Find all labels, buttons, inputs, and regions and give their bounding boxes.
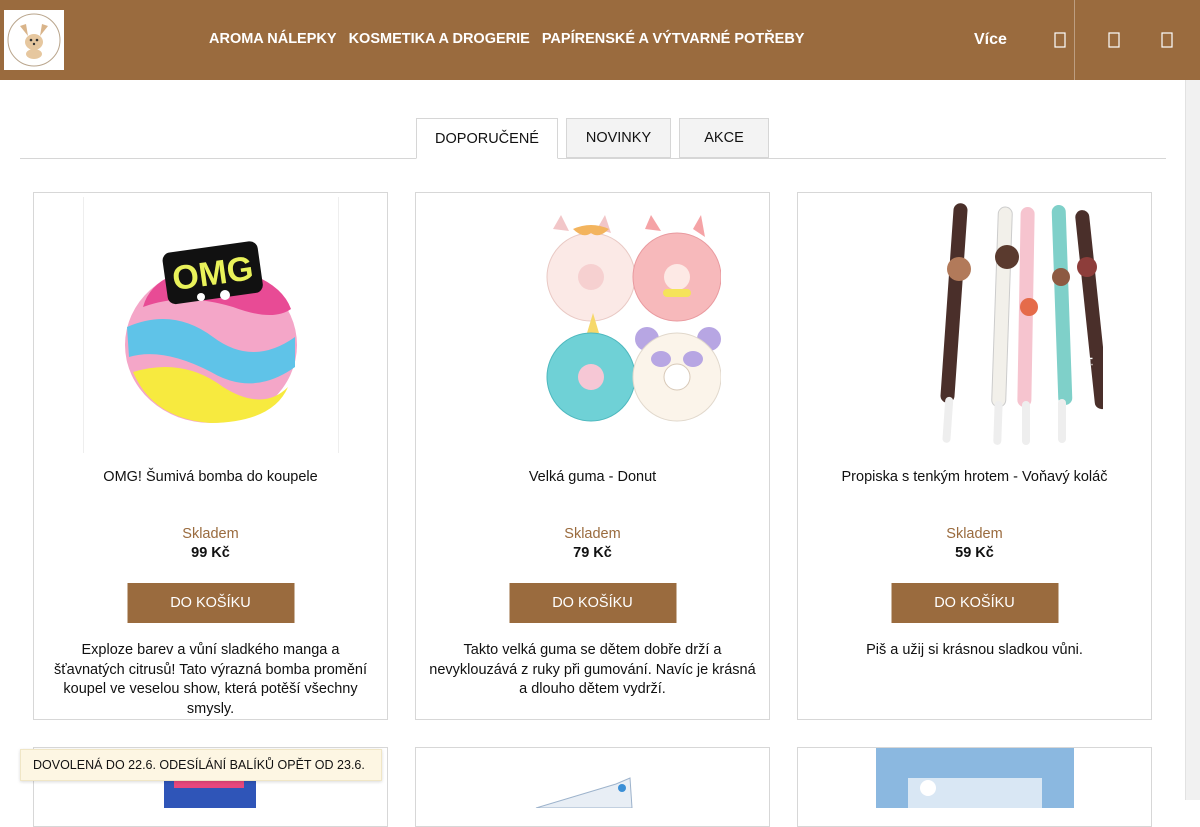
main-nav: AROMA NÁLEPKY KOSMETIKA A DROGERIE PAPÍR… xyxy=(209,31,804,47)
vacation-notice: DOVOLENÁ DO 22.6. ODESÍLÁNÍ BALÍKŮ OPĚT … xyxy=(20,749,382,781)
tab-label: AKCE xyxy=(704,130,744,146)
nav-item-aroma-nalepky[interactable]: AROMA NÁLEPKY xyxy=(209,31,337,47)
fennec-logo-icon xyxy=(7,13,61,67)
product-price: 79 Kč xyxy=(573,545,612,561)
product-card: Velká guma - Donut Skladem 79 Kč DO KOŠÍ… xyxy=(415,192,770,720)
cart-icon[interactable] xyxy=(1159,30,1175,50)
product-title[interactable]: Propiska s tenkým hrotem - Voňavý koláč xyxy=(808,469,1141,485)
add-to-cart-button[interactable]: DO KOŠÍKU xyxy=(509,583,676,623)
product-image-scented-pens[interactable]: biscuit xyxy=(846,197,1109,453)
product-card xyxy=(415,747,770,827)
product-price: 99 Kč xyxy=(191,545,230,561)
add-to-cart-button[interactable]: DO KOŠÍKU xyxy=(127,583,294,623)
site-header: AROMA NÁLEPKY KOSMETIKA A DROGERIE PAPÍR… xyxy=(0,0,1200,80)
stock-status: Skladem xyxy=(564,526,621,542)
product-image[interactable] xyxy=(416,748,770,808)
notice-text: DOVOLENÁ DO 22.6. ODESÍLÁNÍ BALÍKŮ OPĚT … xyxy=(33,758,365,772)
product-card: OMG OMG! Šumivá bomba do koupele Skladem… xyxy=(33,192,388,720)
product-image-label: biscuit xyxy=(1082,357,1093,390)
tab-doporucene[interactable]: DOPORUČENÉ xyxy=(416,118,558,159)
nav-item-kosmetika[interactable]: KOSMETIKA A DROGERIE xyxy=(349,31,530,47)
product-card xyxy=(797,747,1152,827)
more-label: Více xyxy=(974,31,1007,48)
header-divider xyxy=(1074,0,1075,80)
tab-label: DOPORUČENÉ xyxy=(435,130,539,147)
product-price: 59 Kč xyxy=(955,545,994,561)
site-logo[interactable] xyxy=(4,10,64,70)
tab-akce[interactable]: AKCE xyxy=(679,118,769,158)
nav-item-papirenske[interactable]: PAPÍRENSKÉ A VÝTVARNÉ POTŘEBY xyxy=(542,31,805,47)
search-icon[interactable] xyxy=(1052,30,1068,50)
product-image[interactable] xyxy=(798,748,1152,808)
tab-label: NOVINKY xyxy=(585,130,652,146)
add-to-cart-button[interactable]: DO KOŠÍKU xyxy=(891,583,1058,623)
product-description: Takto velká guma se dětem dobře drží a n… xyxy=(429,642,756,697)
product-image-donut-eraser[interactable] xyxy=(464,197,721,453)
product-description: Exploze barev a vůní sladkého manga a šť… xyxy=(53,642,368,717)
product-title[interactable]: Velká guma - Donut xyxy=(426,469,759,485)
product-description: Piš a užij si krásnou sladkou vůni. xyxy=(866,642,1083,658)
scrollbar[interactable] xyxy=(1185,80,1200,800)
user-icon[interactable] xyxy=(1106,30,1122,50)
tab-novinky[interactable]: NOVINKY xyxy=(566,118,671,158)
product-image-bath-bomb[interactable]: OMG xyxy=(82,197,339,453)
product-card: biscuit Propiska s tenkým hrotem - Voňav… xyxy=(797,192,1152,720)
product-title[interactable]: OMG! Šumivá bomba do koupele xyxy=(44,469,377,485)
product-tabs: DOPORUČENÉ NOVINKY AKCE xyxy=(20,118,1166,159)
stock-status: Skladem xyxy=(946,526,1003,542)
stock-status: Skladem xyxy=(182,526,239,542)
more-menu-button[interactable]: Více xyxy=(974,31,1011,49)
